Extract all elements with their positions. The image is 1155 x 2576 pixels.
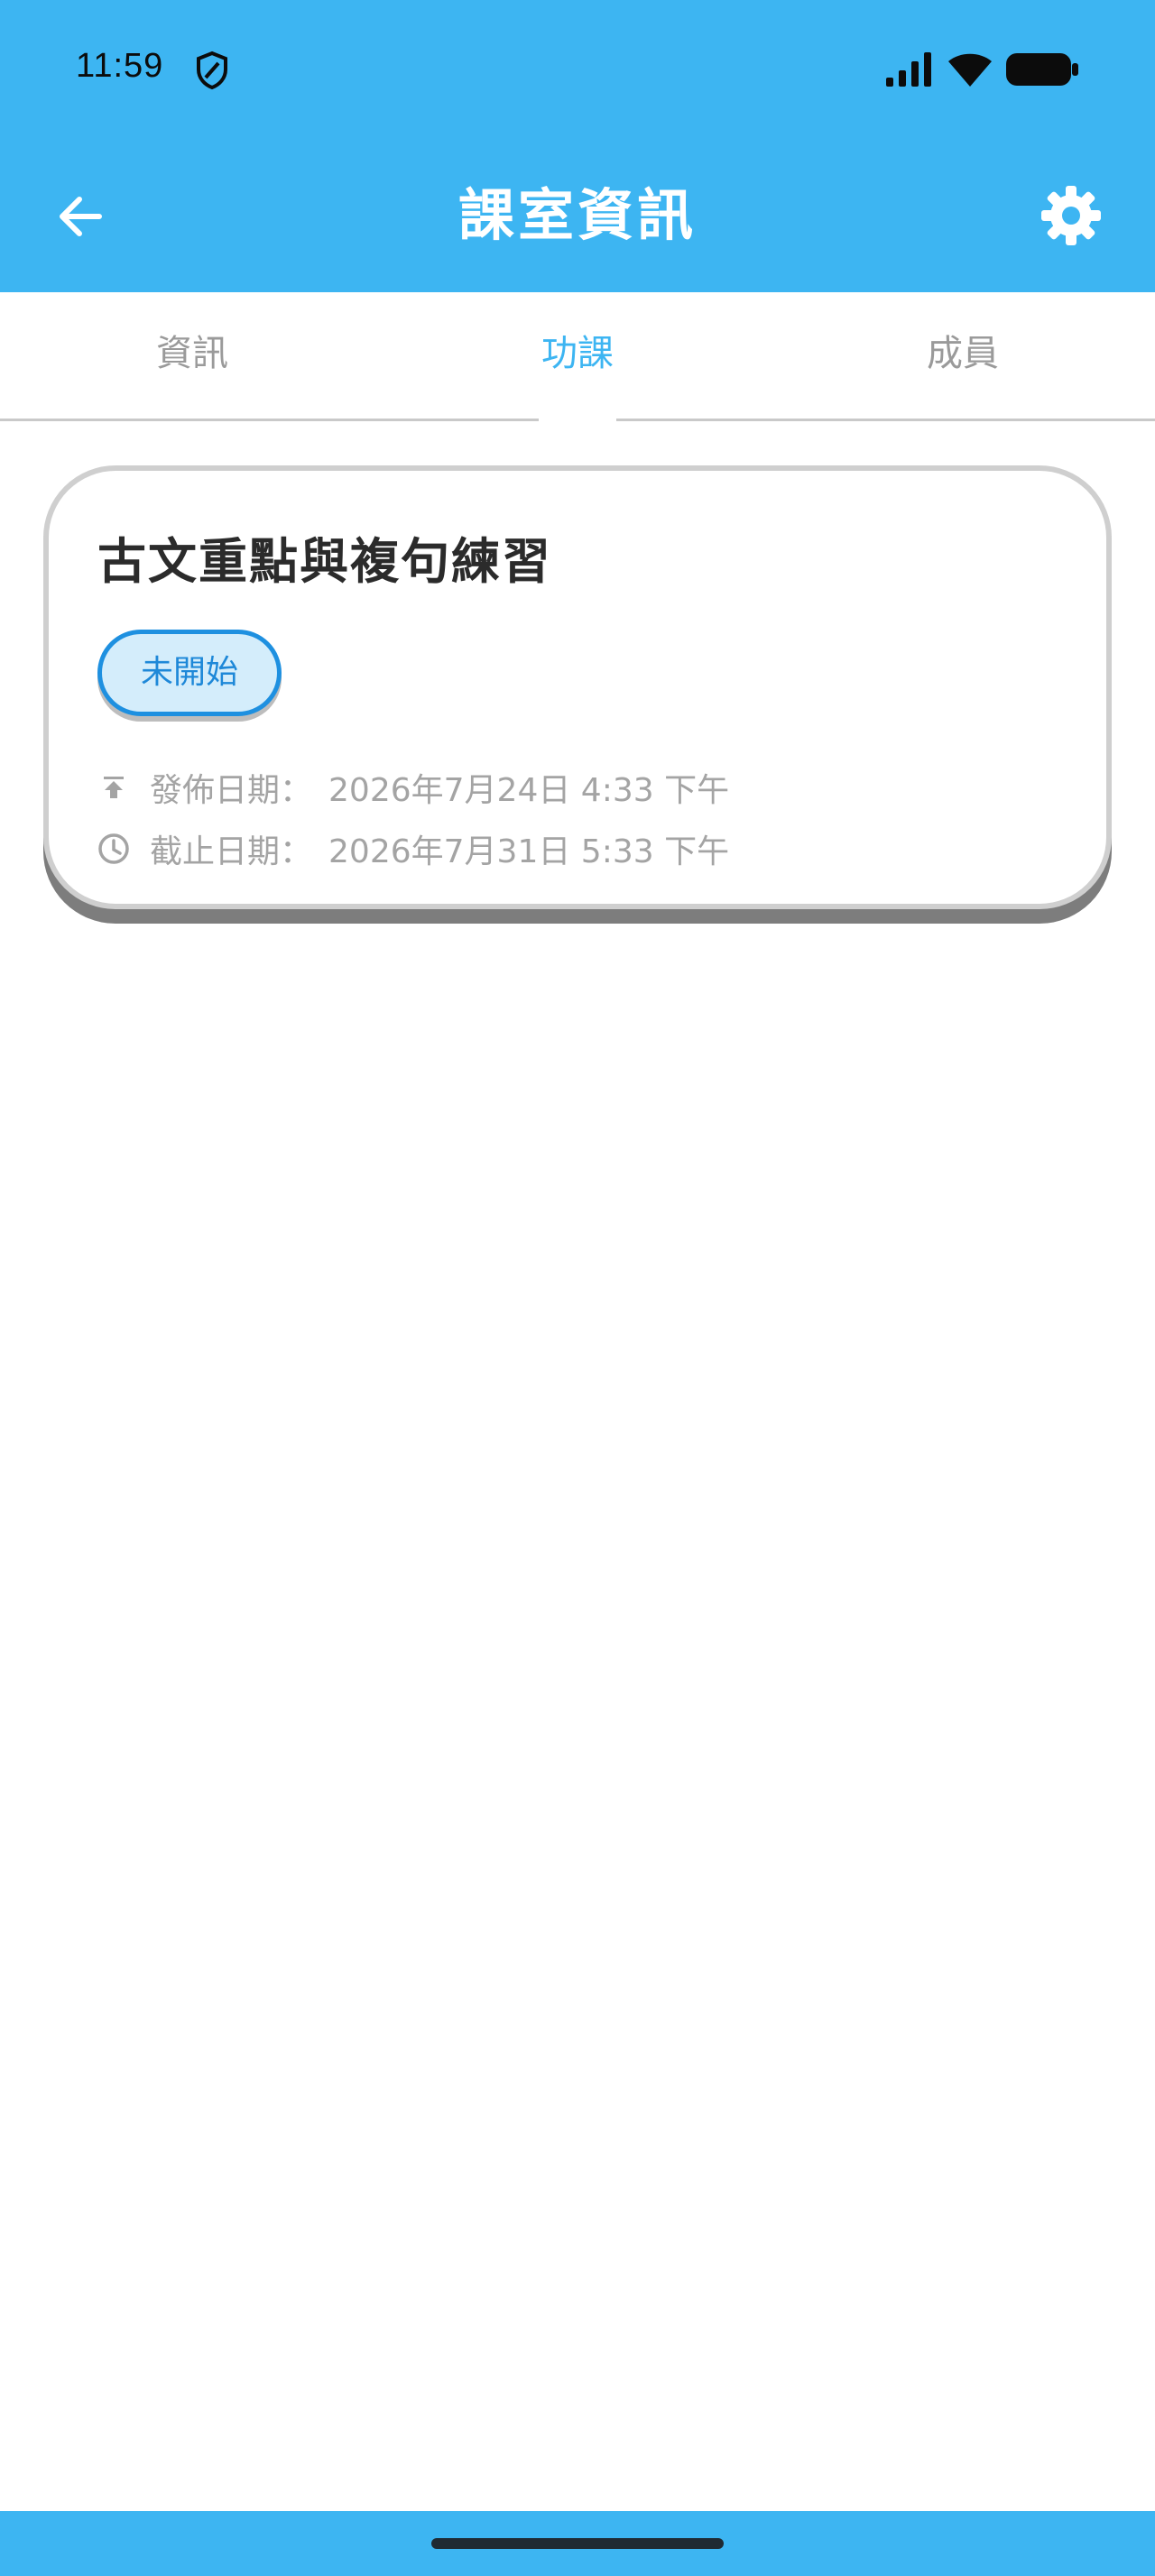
status-bar: 11:59 xyxy=(0,0,1155,139)
tab-homework[interactable]: 功課 xyxy=(385,292,770,422)
status-time: 11:59 xyxy=(76,47,164,85)
gear-icon[interactable] xyxy=(1040,184,1103,247)
battery-icon xyxy=(1006,53,1078,86)
publish-date-value: 2026年7月24日 4:33 下午 xyxy=(328,772,730,809)
page-title: 課室資訊 xyxy=(457,182,697,248)
publish-date-label: 發佈日期： xyxy=(150,772,313,809)
publish-date-row: 發佈日期： 2026年7月24日 4:33 下午 xyxy=(96,765,729,810)
tab-divider xyxy=(0,419,539,421)
assignment-title: 古文重點與複句練習 xyxy=(97,533,552,590)
due-date-row: 截止日期： 2026年7月31日 5:33 下午 xyxy=(96,826,729,871)
home-indicator[interactable] xyxy=(431,2538,724,2549)
status-badge: 未開始 xyxy=(97,630,282,716)
due-date-value: 2026年7月31日 5:33 下午 xyxy=(328,833,730,870)
assignment-card[interactable]: 古文重點與複句練習 未開始 發佈日期： 2026年7月24日 4:33 下午 截… xyxy=(43,465,1112,909)
due-date-label: 截止日期： xyxy=(150,833,313,870)
clock-icon xyxy=(98,833,129,864)
system-nav-bar xyxy=(0,2511,1155,2576)
arrow-left-icon[interactable] xyxy=(51,186,112,247)
signal-icon xyxy=(886,52,931,87)
tab-bar: 資訊 功課 成員 xyxy=(0,292,1155,422)
app-bar: 課室資訊 xyxy=(0,139,1155,292)
tab-members[interactable]: 成員 xyxy=(771,292,1155,422)
wifi-icon xyxy=(948,53,992,87)
shield-icon xyxy=(197,51,227,90)
tab-divider xyxy=(616,419,1155,421)
upload-icon xyxy=(104,777,124,798)
tab-info[interactable]: 資訊 xyxy=(0,292,384,422)
